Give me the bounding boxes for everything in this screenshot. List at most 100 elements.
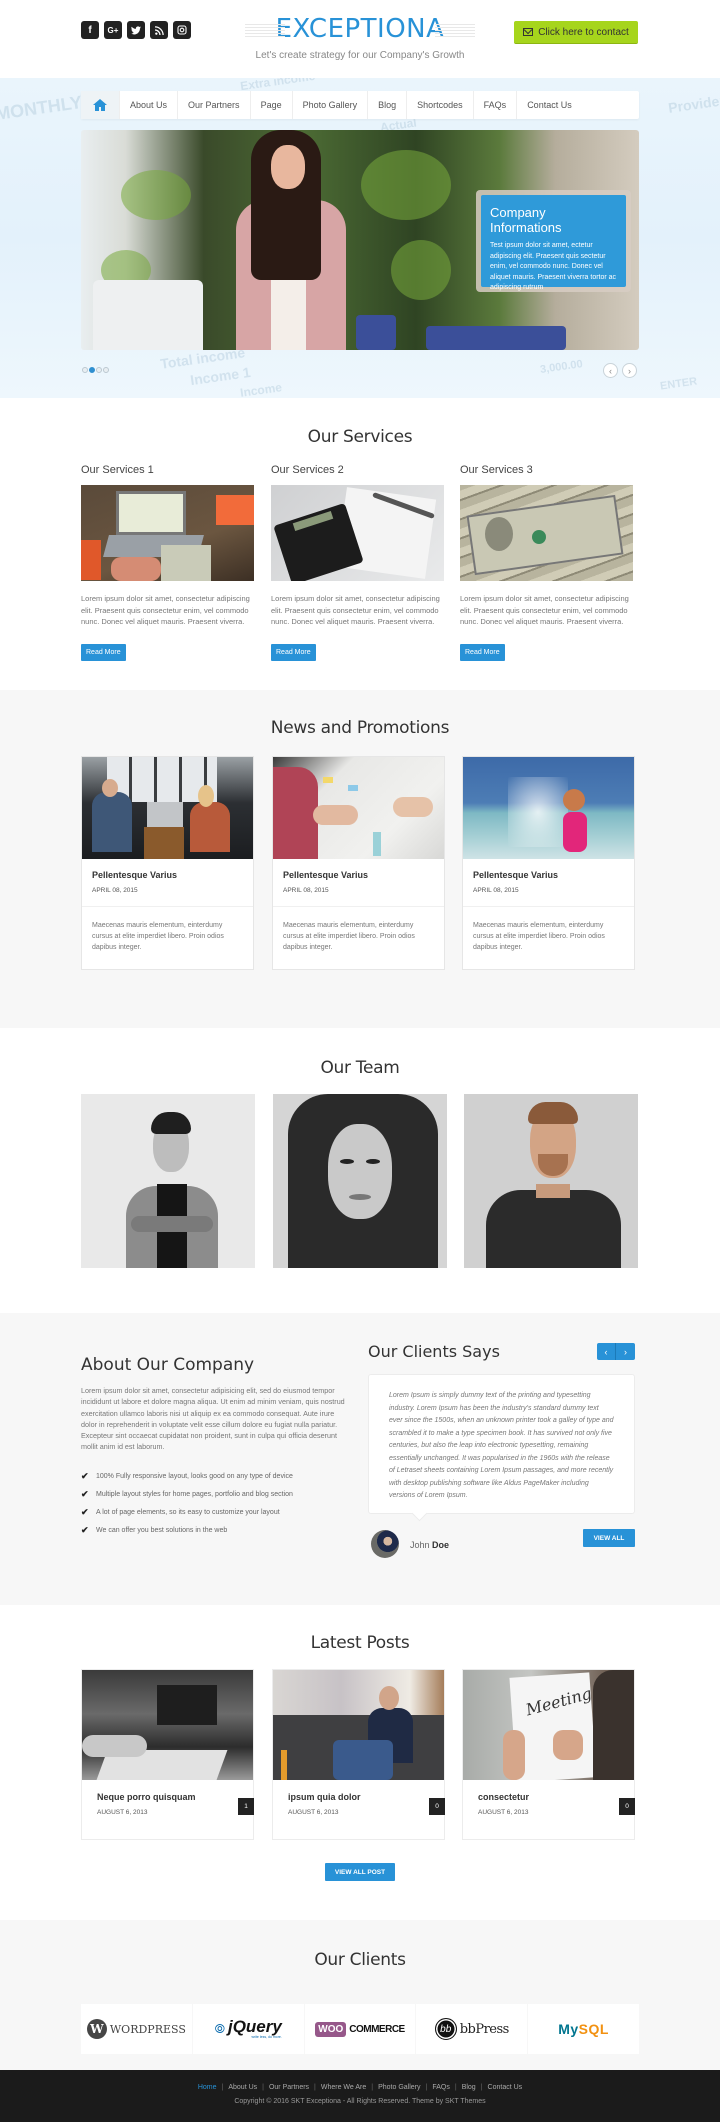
nav-faqs[interactable]: FAQs — [474, 91, 518, 119]
instagram-icon[interactable] — [173, 21, 191, 39]
site-logo[interactable]: EXCEPTIONA — [245, 14, 475, 44]
twitter-icon[interactable] — [127, 21, 145, 39]
image-shape — [563, 789, 585, 811]
comment-count-badge[interactable]: 1 — [238, 1798, 254, 1815]
post-card[interactable]: Neque porro quisquam AUGUST 6, 2013 1 — [81, 1669, 254, 1840]
image-shape — [161, 545, 211, 581]
slide-caption-text: Test ipsum dolor sit amet, ectetur adipi… — [490, 242, 617, 291]
jquery-logo-text: jQuery — [227, 2017, 282, 2036]
hero-slider[interactable]: Company Informations Test ipsum dolor si… — [81, 130, 639, 350]
testimonial-next-button[interactable]: › — [616, 1343, 635, 1360]
post-title[interactable]: ipsum quia dolor — [288, 1792, 444, 1802]
google-plus-icon[interactable]: G+ — [104, 21, 122, 39]
hero-bg-word: Income — [239, 380, 283, 398]
feature-text: We can offer you best solutions in the w… — [96, 1526, 228, 1534]
image-shape — [379, 1686, 399, 1710]
news-card[interactable]: Pellentesque Varius APRIL 08, 2015 Maece… — [272, 756, 445, 970]
news-card[interactable]: Pellentesque Varius APRIL 08, 2015 Maece… — [81, 756, 254, 970]
team-member-photo[interactable] — [81, 1094, 255, 1268]
client-logo-wordpress[interactable]: W WORDPRESS — [81, 2004, 192, 2054]
nav-shortcodes[interactable]: Shortcodes — [407, 91, 474, 119]
testimonial-prev-button[interactable]: ‹ — [597, 1343, 616, 1360]
footer-link-where-we-are[interactable]: Where We Are — [321, 2084, 366, 2091]
slider-dot[interactable] — [82, 367, 88, 373]
footer-separator: | — [425, 2084, 428, 2091]
service-card: Our Services 1 Lorem ipsum dolor sit ame… — [81, 464, 254, 661]
slider-dot[interactable] — [103, 367, 109, 373]
person-face — [271, 145, 305, 189]
footer-separator: | — [454, 2084, 457, 2091]
news-excerpt: Maecenas mauris elementum, einterdumy cu… — [283, 922, 415, 951]
post-title[interactable]: consectetur — [478, 1792, 634, 1802]
footer-link-about-us[interactable]: About Us — [228, 2084, 257, 2091]
footer-link-home[interactable]: Home — [198, 2084, 217, 2091]
nav-contact-us[interactable]: Contact Us — [517, 91, 582, 119]
photo-shape-tshirt — [486, 1190, 621, 1268]
nav-blog[interactable]: Blog — [368, 91, 408, 119]
slider-prev-button[interactable]: ‹ — [603, 363, 618, 378]
post-card[interactable]: ipsum quia dolor AUGUST 6, 2013 0 — [272, 1669, 445, 1840]
site-tagline: Let's create strategy for our Company's … — [255, 50, 465, 61]
read-more-button[interactable]: Read More — [460, 643, 505, 661]
service-image-dollar-bills — [460, 485, 633, 581]
slider-dot[interactable] — [96, 367, 102, 373]
news-card[interactable]: Pellentesque Varius APRIL 08, 2015 Maece… — [462, 756, 635, 970]
image-shape — [503, 1730, 525, 1780]
client-logo-jquery[interactable]: ⦾ jQuery write less, do more. — [192, 2004, 304, 2054]
comment-count-badge[interactable]: 0 — [429, 1798, 445, 1815]
footer-link-blog[interactable]: Blog — [462, 2084, 476, 2091]
news-title[interactable]: Pellentesque Varius — [92, 870, 253, 880]
rss-icon[interactable] — [150, 21, 168, 39]
service-card: Our Services 3 Lorem ipsum dolor sit ame… — [460, 464, 633, 661]
footer-link-contact-us[interactable]: Contact Us — [488, 2084, 523, 2091]
post-image-meeting-note: Meeting — [463, 1670, 634, 1780]
news-section: News and Promotions Pellentesque Varius … — [0, 690, 720, 1028]
comment-count-badge[interactable]: 0 — [619, 1798, 635, 1815]
check-icon: ✔ — [81, 1470, 89, 1481]
feature-item: ✔ A lot of page elements, so its easy to… — [81, 1503, 351, 1521]
team-member-photo[interactable] — [464, 1094, 638, 1268]
logo-decoration-left — [245, 24, 285, 38]
nav-our-partners[interactable]: Our Partners — [178, 91, 251, 119]
footer-link-faqs[interactable]: FAQs — [432, 2084, 450, 2091]
slider-dot-active[interactable] — [89, 367, 95, 373]
nav-photo-gallery[interactable]: Photo Gallery — [293, 91, 369, 119]
slider-next-button[interactable]: › — [622, 363, 637, 378]
news-title[interactable]: Pellentesque Varius — [473, 870, 634, 880]
service-card: Our Services 2 Lorem ipsum dolor sit ame… — [271, 464, 444, 661]
service-image-laptop-calculator — [81, 485, 254, 581]
mysql-logo-sql: SQL — [578, 2021, 609, 2037]
view-all-posts-button[interactable]: VIEW ALL POST — [325, 1863, 395, 1881]
jquery-logo-slogan: write less, do more. — [251, 2035, 282, 2039]
client-logo-mysql[interactable]: MySQL — [528, 2004, 639, 2054]
nav-about-us[interactable]: About Us — [120, 91, 179, 119]
envelope-icon — [523, 28, 534, 36]
footer-link-our-partners[interactable]: Our Partners — [269, 2084, 309, 2091]
image-shape — [82, 1735, 147, 1757]
view-all-testimonials-button[interactable]: VIEW ALL — [583, 1529, 635, 1547]
facebook-icon[interactable]: f — [81, 21, 99, 39]
footer-link-photo-gallery[interactable]: Photo Gallery — [378, 2084, 420, 2091]
image-shape — [111, 557, 161, 581]
nav-page[interactable]: Page — [251, 91, 293, 119]
post-title[interactable]: Neque porro quisquam — [97, 1792, 253, 1802]
read-more-button[interactable]: Read More — [271, 643, 316, 661]
nav-home[interactable] — [81, 91, 120, 119]
team-section: Our Team — [0, 1028, 720, 1313]
post-card[interactable]: Meeting consectetur AUGUST 6, 2013 0 — [462, 1669, 635, 1840]
image-shape — [281, 1750, 287, 1780]
news-title[interactable]: Pellentesque Varius — [283, 870, 444, 880]
client-logo-bbpress[interactable]: bb bbPress — [416, 2004, 528, 2054]
feature-item: ✔ We can offer you best solutions in the… — [81, 1521, 351, 1539]
team-member-photo[interactable] — [273, 1094, 447, 1268]
about-section: About Our Company Lorem ipsum dolor sit … — [0, 1313, 720, 1605]
check-icon: ✔ — [81, 1506, 89, 1517]
read-more-button[interactable]: Read More — [81, 643, 126, 661]
jquery-logo-wordmark: jQuery write less, do more. — [227, 2017, 282, 2039]
client-logo-woocommerce[interactable]: WOO COMMERCE — [304, 2004, 416, 2054]
client-first-name: John — [410, 1540, 430, 1550]
contact-button[interactable]: Click here to contact — [514, 21, 638, 44]
hero-bg-word: MONTHLY — [0, 92, 84, 124]
slide-caption-title: Company Informations — [490, 205, 562, 235]
news-date: APRIL 08, 2015 — [473, 887, 519, 894]
